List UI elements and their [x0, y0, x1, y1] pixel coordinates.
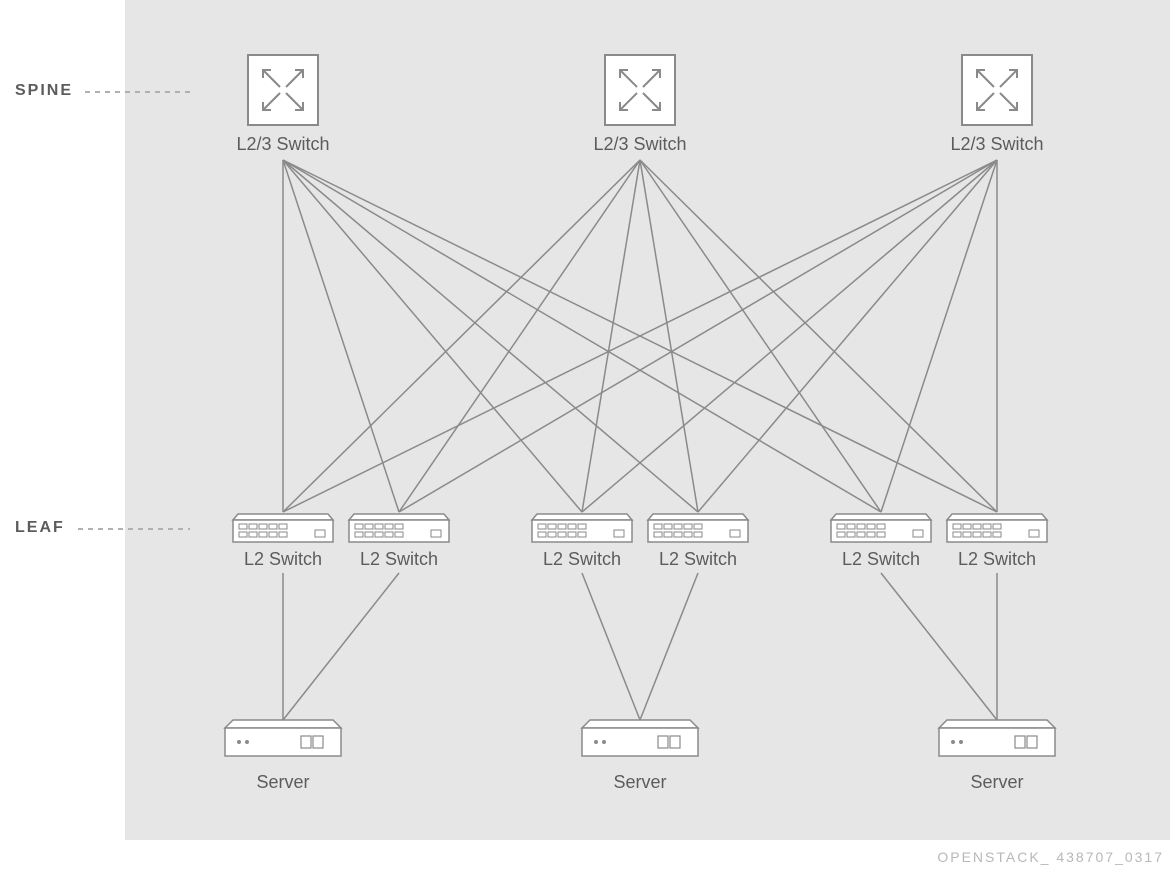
link-spine-leaf	[640, 160, 698, 512]
server-label: Server	[970, 772, 1023, 792]
leaf-switch-label: L2 Switch	[842, 549, 920, 569]
leaf-switch	[349, 514, 449, 542]
link-spine-leaf	[283, 160, 698, 512]
spine-switch-label: L2/3 Switch	[593, 134, 686, 154]
spine-switch-label: L2/3 Switch	[236, 134, 329, 154]
leaf-switch	[532, 514, 632, 542]
leaf-switch	[947, 514, 1047, 542]
server	[225, 720, 341, 756]
link-spine-leaf	[881, 160, 997, 512]
link-spine-leaf	[698, 160, 997, 512]
server	[582, 720, 698, 756]
spine-switch	[248, 55, 318, 125]
spine-switch	[962, 55, 1032, 125]
link-leaf-server	[582, 573, 640, 720]
server-layer: Server Server Server	[225, 720, 1055, 792]
leaf-switch-label: L2 Switch	[659, 549, 737, 569]
topology-svg: L2/3 Switch L2/3 Switch L2/3 Switch L2 Swi…	[0, 0, 1170, 869]
link-spine-leaf	[399, 160, 640, 512]
leaf-switch	[233, 514, 333, 542]
leaf-switch	[648, 514, 748, 542]
leaf-switch-label: L2 Switch	[543, 549, 621, 569]
link-leaf-server	[640, 573, 698, 720]
link-spine-leaf	[582, 160, 640, 512]
link-spine-leaf	[399, 160, 997, 512]
link-spine-leaf	[283, 160, 640, 512]
server-label: Server	[256, 772, 309, 792]
link-spine-leaf	[640, 160, 881, 512]
link-spine-leaf	[582, 160, 997, 512]
spine-switch-label: L2/3 Switch	[950, 134, 1043, 154]
link-spine-leaf	[283, 160, 399, 512]
server	[939, 720, 1055, 756]
links-spine-leaf	[283, 160, 997, 512]
spine-layer: L2/3 Switch L2/3 Switch L2/3 Switch	[236, 55, 1043, 154]
leaf-switch-label: L2 Switch	[958, 549, 1036, 569]
link-spine-leaf	[640, 160, 997, 512]
leaf-switch-label: L2 Switch	[244, 549, 322, 569]
spine-switch	[605, 55, 675, 125]
link-spine-leaf	[283, 160, 881, 512]
leaf-switch	[831, 514, 931, 542]
server-label: Server	[613, 772, 666, 792]
link-leaf-server	[881, 573, 997, 720]
links-leaf-server	[283, 573, 997, 720]
leaf-switch-label: L2 Switch	[360, 549, 438, 569]
leaf-layer: L2 Switch L2 Switch L2 Switch L2 Switch L2 S…	[233, 514, 1047, 569]
link-spine-leaf	[283, 160, 582, 512]
link-leaf-server	[283, 573, 399, 720]
